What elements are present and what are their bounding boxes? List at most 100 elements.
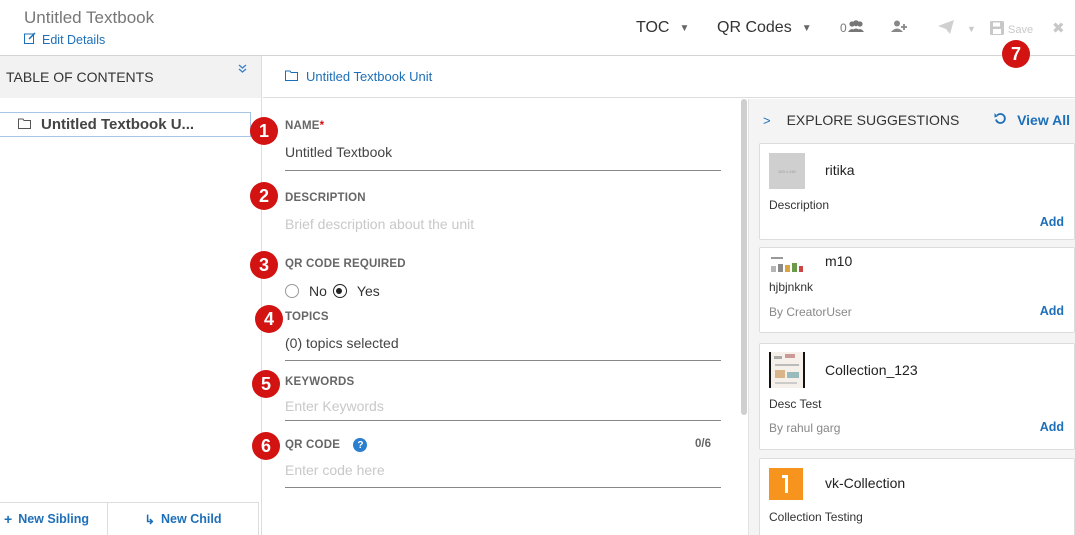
keywords-input[interactable]: Enter Keywords xyxy=(285,398,384,414)
annotation-badge: 7 xyxy=(1002,40,1030,68)
annotation-badge: 5 xyxy=(252,370,280,398)
qr-codes-menu[interactable]: QR Codes ▼ xyxy=(717,19,812,37)
close-button[interactable]: ✖ xyxy=(1052,19,1065,37)
card-thumbnail xyxy=(769,468,803,500)
edit-details-link[interactable]: Edit Details xyxy=(24,32,105,47)
topics-selector[interactable]: (0) topics selected xyxy=(285,335,399,351)
top-header: Untitled Textbook Edit Details TOC ▼ QR … xyxy=(0,0,1075,56)
qr-yes-label: Yes xyxy=(356,283,380,299)
topics-label: TOPICS xyxy=(285,311,329,323)
folder-icon xyxy=(18,116,31,133)
save-button[interactable]: Save xyxy=(990,21,1033,38)
collaborators-button[interactable]: 0 xyxy=(840,20,865,36)
caret-down-icon: ▼ xyxy=(967,24,976,34)
edit-icon xyxy=(24,32,36,47)
suggestion-card[interactable]: vk-Collection Collection Testing xyxy=(759,458,1075,535)
page-title: Untitled Textbook xyxy=(24,8,155,27)
suggestion-card[interactable]: Collection_123 Desc Test By rahul garg A… xyxy=(759,343,1075,450)
toc-heading: TABLE OF CONTENTS xyxy=(6,69,154,85)
qr-code-counter: 0/6 xyxy=(695,438,711,450)
help-icon[interactable]: ? xyxy=(353,438,368,452)
name-label-text: NAME xyxy=(285,120,320,132)
qr-code-underline xyxy=(285,487,721,488)
description-input[interactable]: Brief description about the unit xyxy=(285,216,474,232)
card-author: By rahul garg xyxy=(769,421,841,435)
toc-panel: TABLE OF CONTENTS Untitled Textbook U...… xyxy=(0,56,262,535)
card-description: Description xyxy=(769,198,830,212)
toc-tree-item-label: Untitled Textbook U... xyxy=(41,116,195,133)
qr-yes-radio[interactable] xyxy=(332,284,347,298)
save-label: Save xyxy=(1008,23,1034,36)
toc-tree-item[interactable]: Untitled Textbook U... xyxy=(0,112,251,137)
save-icon xyxy=(990,21,1004,38)
folder-icon xyxy=(285,69,298,84)
card-add-button[interactable]: Add xyxy=(1040,420,1064,434)
qr-no-label: No xyxy=(309,283,327,299)
collaborators-count: 0 xyxy=(840,21,847,35)
new-sibling-label: New Sibling xyxy=(18,512,90,526)
toc-menu-label: TOC xyxy=(636,19,670,36)
annotation-badge: 3 xyxy=(250,251,278,279)
name-underline xyxy=(285,170,721,171)
view-all-button[interactable]: View All xyxy=(994,112,1070,128)
caret-down-icon: ▼ xyxy=(679,22,690,34)
send-icon xyxy=(938,20,954,37)
suggestions-heading: EXPLORE SUGGESTIONS xyxy=(786,112,960,128)
annotation-badge: 2 xyxy=(250,182,278,210)
view-all-label: View All xyxy=(1017,112,1070,128)
send-button[interactable] xyxy=(938,20,954,37)
card-description: Desc Test xyxy=(769,397,822,411)
qr-code-input[interactable]: Enter code here xyxy=(285,462,385,478)
qr-code-label-text: QR CODE xyxy=(285,439,341,452)
plus-icon: + xyxy=(4,511,13,527)
card-thumbnail xyxy=(769,352,805,388)
topics-underline xyxy=(285,360,721,361)
breadcrumb-unit-link[interactable]: Untitled Textbook Unit xyxy=(306,69,432,84)
chevron-right-icon[interactable]: > xyxy=(763,113,771,128)
keywords-underline xyxy=(285,420,721,421)
description-label: DESCRIPTION xyxy=(285,192,366,204)
qr-codes-menu-label: QR Codes xyxy=(717,19,792,36)
add-user-icon xyxy=(890,20,908,36)
close-icon: ✖ xyxy=(1052,20,1065,37)
card-title: vk-Collection xyxy=(825,475,906,491)
card-author: By CreatorUser xyxy=(769,305,852,319)
add-user-button[interactable] xyxy=(890,20,908,36)
new-child-label: New Child xyxy=(161,512,222,526)
breadcrumb: Untitled Textbook Unit xyxy=(263,56,1075,98)
users-icon xyxy=(847,20,865,36)
suggestion-card[interactable]: 320 x 240 ritika Description Add xyxy=(759,143,1075,240)
edit-details-label: Edit Details xyxy=(42,32,106,47)
suggestions-header: > EXPLORE SUGGESTIONS View All xyxy=(749,99,1075,141)
card-thumbnail xyxy=(769,254,805,274)
toc-actions: + New Sibling ↳ New Child xyxy=(0,502,262,535)
suggestion-card[interactable]: m10 hjbjnknk By CreatorUser Add xyxy=(759,247,1075,333)
toc-header: TABLE OF CONTENTS xyxy=(0,56,261,98)
card-add-button[interactable]: Add xyxy=(1040,215,1064,229)
annotation-badge: 1 xyxy=(250,117,278,145)
card-description: Collection Testing xyxy=(769,510,863,524)
qr-no-radio[interactable] xyxy=(285,284,299,298)
required-mark: * xyxy=(319,120,325,132)
qr-required-label: QR CODE REQUIRED xyxy=(285,258,406,270)
keywords-label: KEYWORDS xyxy=(285,376,355,388)
card-thumbnail: 320 x 240 xyxy=(769,153,805,189)
toc-menu[interactable]: TOC ▼ xyxy=(636,19,689,37)
unit-details-form: NAME* Untitled Textbook DESCRIPTION Brie… xyxy=(263,99,741,535)
double-chevron-down-icon[interactable] xyxy=(238,64,247,76)
qr-required-radio-group: No Yes xyxy=(285,283,380,299)
new-child-button[interactable]: ↳ New Child xyxy=(107,502,259,535)
card-title: m10 xyxy=(825,253,853,269)
name-input[interactable]: Untitled Textbook xyxy=(285,144,392,160)
caret-down-icon: ▼ xyxy=(801,22,812,34)
card-add-button[interactable]: Add xyxy=(1040,304,1064,318)
suggestions-panel: > EXPLORE SUGGESTIONS View All 320 x 240… xyxy=(748,99,1075,535)
annotation-badge: 4 xyxy=(255,305,283,333)
card-title: ritika xyxy=(825,162,855,178)
new-sibling-button[interactable]: + New Sibling xyxy=(0,502,107,535)
name-label: NAME* xyxy=(285,120,324,132)
form-scrollbar[interactable] xyxy=(741,99,747,415)
card-title: Collection_123 xyxy=(825,362,918,378)
send-dropdown[interactable]: ▼ xyxy=(967,24,976,34)
refresh-icon xyxy=(994,112,1007,128)
